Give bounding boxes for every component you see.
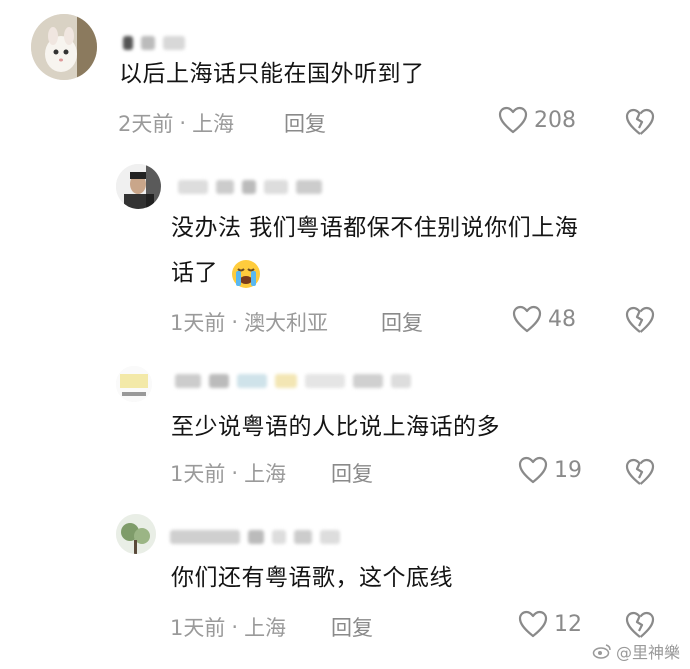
- comment-time: 1天前: [170, 311, 226, 335]
- like-button[interactable]: 12: [518, 610, 582, 638]
- comment-meta: 1天前 · 澳大利亚: [170, 307, 328, 337]
- comment-time: 1天前: [170, 616, 226, 640]
- username-obscured[interactable]: [170, 526, 340, 548]
- comment-time: 1天前: [170, 462, 226, 486]
- comment-text-line-1: 没办法 我们粤语都保不住别说你们上海: [171, 215, 579, 241]
- username-obscured[interactable]: [123, 32, 185, 54]
- comment-text-line-2: 话了: [171, 255, 262, 291]
- plant-avatar-image: [116, 514, 156, 554]
- comment-text: 至少说粤语的人比说上海话的多: [171, 414, 500, 440]
- comment-text: 以后上海话只能在国外听到了: [119, 61, 425, 87]
- like-button[interactable]: 208: [498, 106, 576, 134]
- username-obscured[interactable]: [178, 176, 322, 198]
- comment-meta: 1天前 · 上海: [170, 458, 286, 488]
- avatar[interactable]: [116, 514, 156, 554]
- heart-outline-icon: [518, 610, 548, 638]
- comment-3: 至少说粤语的人比说上海话的多 1天前 · 上海 回复 19: [0, 350, 690, 500]
- watermark-text: @里神樂: [615, 643, 680, 662]
- comment-meta: 1天前 · 上海: [170, 612, 286, 642]
- avatar[interactable]: [116, 366, 152, 402]
- like-count: 208: [534, 107, 576, 133]
- broken-heart-icon: [625, 108, 655, 135]
- like-count: 48: [548, 306, 576, 332]
- like-button[interactable]: 48: [512, 305, 576, 333]
- heart-outline-icon: [518, 456, 548, 484]
- heart-outline-icon: [498, 106, 528, 134]
- profile-avatar-image: [116, 366, 152, 402]
- comment-text: 你们还有粤语歌，这个底线: [171, 565, 453, 591]
- username-obscured[interactable]: [175, 370, 411, 392]
- meta-separator: ·: [231, 310, 239, 334]
- dislike-button[interactable]: [624, 107, 656, 137]
- reply-button[interactable]: 回复: [331, 458, 373, 488]
- reply-button[interactable]: 回复: [381, 307, 423, 337]
- comment-location: 上海: [244, 462, 287, 486]
- comment-time: 2天前: [118, 112, 174, 136]
- comment-location: 上海: [192, 112, 235, 136]
- meta-separator: ·: [231, 615, 239, 639]
- broken-heart-icon: [625, 458, 655, 485]
- comment-location: 澳大利亚: [244, 311, 329, 335]
- comment-text-line-2-text: 话了: [171, 260, 218, 286]
- avatar[interactable]: [116, 164, 161, 209]
- comment-4: 你们还有粤语歌，这个底线 1天前 · 上海 回复 12: [0, 500, 690, 669]
- dislike-button[interactable]: [624, 305, 656, 335]
- like-count: 12: [554, 611, 582, 637]
- cat-avatar-image: [31, 14, 97, 80]
- watermark: @里神樂: [592, 639, 680, 663]
- broken-heart-icon: [625, 611, 655, 638]
- heart-outline-icon: [512, 305, 542, 333]
- dislike-button[interactable]: [624, 610, 656, 640]
- comment-1: 以后上海话只能在国外听到了 2天前 · 上海 回复 208: [0, 0, 690, 150]
- loudly-crying-face-emoji: [231, 259, 260, 288]
- comment-location: 上海: [244, 616, 287, 640]
- broken-heart-icon: [625, 306, 655, 333]
- reply-button[interactable]: 回复: [331, 612, 373, 642]
- reply-button[interactable]: 回复: [284, 108, 326, 138]
- dislike-button[interactable]: [624, 457, 656, 487]
- like-count: 19: [554, 457, 582, 483]
- comment-meta: 2天前 · 上海: [118, 108, 234, 138]
- avatar[interactable]: [31, 14, 97, 80]
- weibo-logo-icon: [592, 644, 611, 659]
- like-button[interactable]: 19: [518, 456, 582, 484]
- comment-2: 没办法 我们粤语都保不住别说你们上海 话了 1天前 · 澳大利亚 回复 48: [0, 150, 690, 350]
- person-avatar-image: [116, 164, 161, 209]
- meta-separator: ·: [179, 111, 187, 135]
- meta-separator: ·: [231, 461, 239, 485]
